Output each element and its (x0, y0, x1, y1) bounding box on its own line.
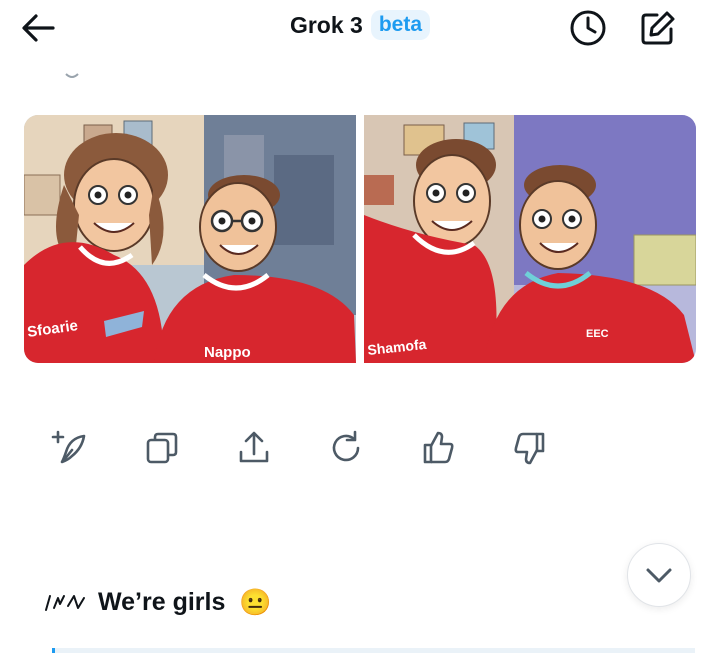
user-message: We’re girls 😐 (44, 580, 272, 624)
generated-images: Sfoarie Nappo Shamofa EEC (24, 115, 696, 363)
user-avatar (44, 588, 88, 616)
app-title: Grok 3 (289, 11, 363, 38)
neutral-face-emoji: 😐 (239, 586, 272, 617)
edit-image-button[interactable] (40, 420, 100, 476)
upload-icon (239, 431, 269, 463)
title-group: Grok 3 beta (0, 10, 720, 40)
like-button[interactable] (408, 420, 468, 476)
message-text: We’re girls (98, 587, 226, 616)
refresh-icon (332, 430, 360, 462)
scroll-down-button[interactable] (627, 543, 691, 607)
generated-image-2[interactable]: Shamofa EEC (364, 115, 696, 363)
new-chat-button[interactable] (636, 6, 680, 50)
next-block-edge (52, 648, 695, 653)
jersey-crest-text: EEC (586, 328, 609, 340)
clipped-text-fragment (65, 73, 79, 78)
top-bar: Grok 3 beta (0, 0, 720, 60)
beta-badge: beta (370, 10, 431, 40)
share-button[interactable] (224, 420, 284, 476)
history-button[interactable] (566, 6, 610, 50)
jersey-text-right: Nappo (204, 344, 251, 361)
thumbs-up-icon (423, 431, 454, 464)
action-bar (40, 420, 560, 476)
thumbs-down-icon (514, 432, 545, 465)
copy-button[interactable] (132, 420, 192, 476)
chevron-down-icon (646, 568, 672, 583)
clock-icon (570, 10, 606, 46)
generated-image-1[interactable]: Sfoarie Nappo (24, 115, 356, 363)
dislike-button[interactable] (500, 420, 560, 476)
edit-square-icon (641, 11, 675, 45)
sparkle-brush-icon (51, 430, 86, 464)
copy-icon (146, 432, 178, 464)
regenerate-button[interactable] (316, 420, 376, 476)
